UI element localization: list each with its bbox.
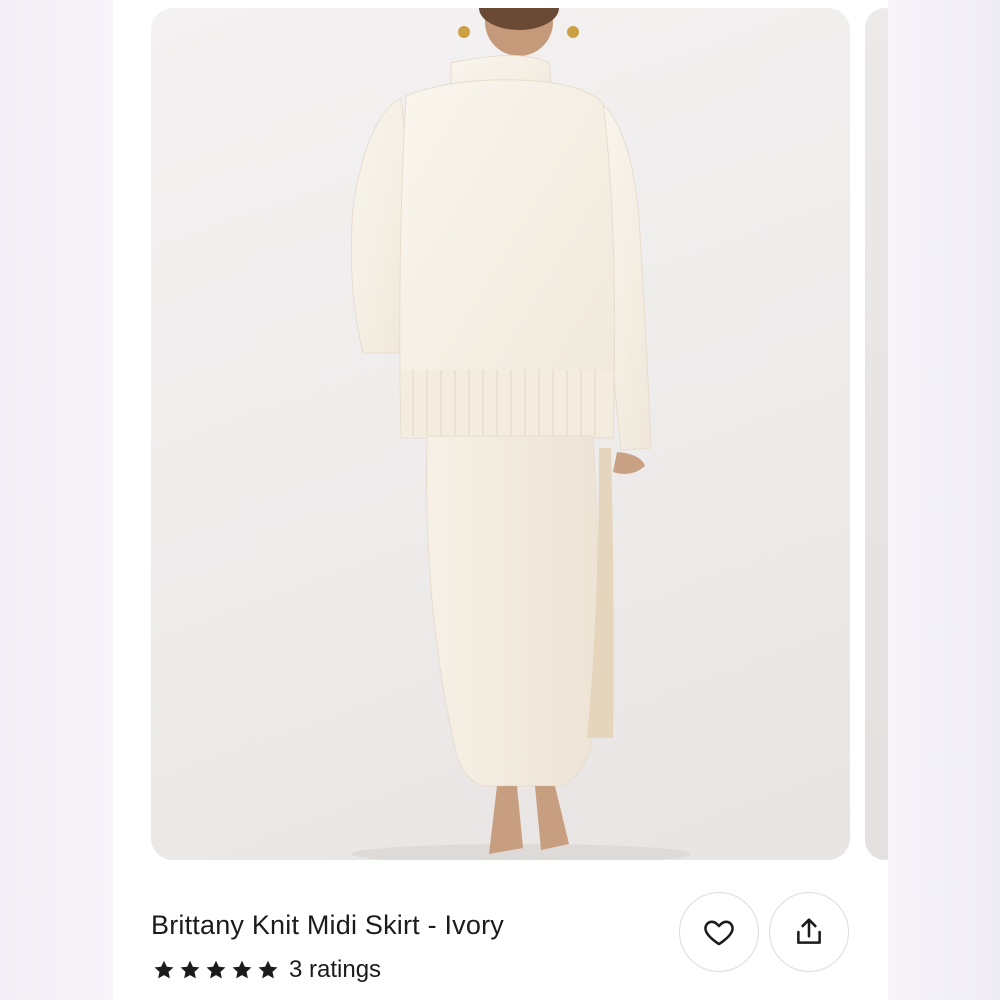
image-carousel[interactable] xyxy=(113,0,888,870)
star-icon xyxy=(206,960,226,979)
star-icon xyxy=(180,960,200,979)
star-icon xyxy=(154,960,174,979)
ratings-count: 3 ratings xyxy=(289,956,382,983)
favorite-button[interactable] xyxy=(679,892,759,972)
star-icon xyxy=(232,960,252,979)
heart-icon xyxy=(704,920,734,946)
product-title: Brittany Knit Midi Skirt - Ivory xyxy=(151,910,504,940)
product-info: Brittany Knit Midi Skirt - Ivory 3 ratin… xyxy=(113,870,888,1000)
rating-stars xyxy=(153,959,279,981)
product-photo-illustration xyxy=(350,8,691,860)
background-right xyxy=(888,0,1000,1000)
share-icon xyxy=(797,918,821,944)
share-button[interactable] xyxy=(769,892,849,972)
background-left xyxy=(0,0,113,1000)
next-image-preview[interactable] xyxy=(865,8,888,860)
product-rating[interactable]: 3 ratings xyxy=(153,956,381,984)
product-image[interactable] xyxy=(151,8,850,860)
product-screen: Brittany Knit Midi Skirt - Ivory 3 ratin… xyxy=(113,0,888,1000)
star-icon xyxy=(258,960,278,979)
